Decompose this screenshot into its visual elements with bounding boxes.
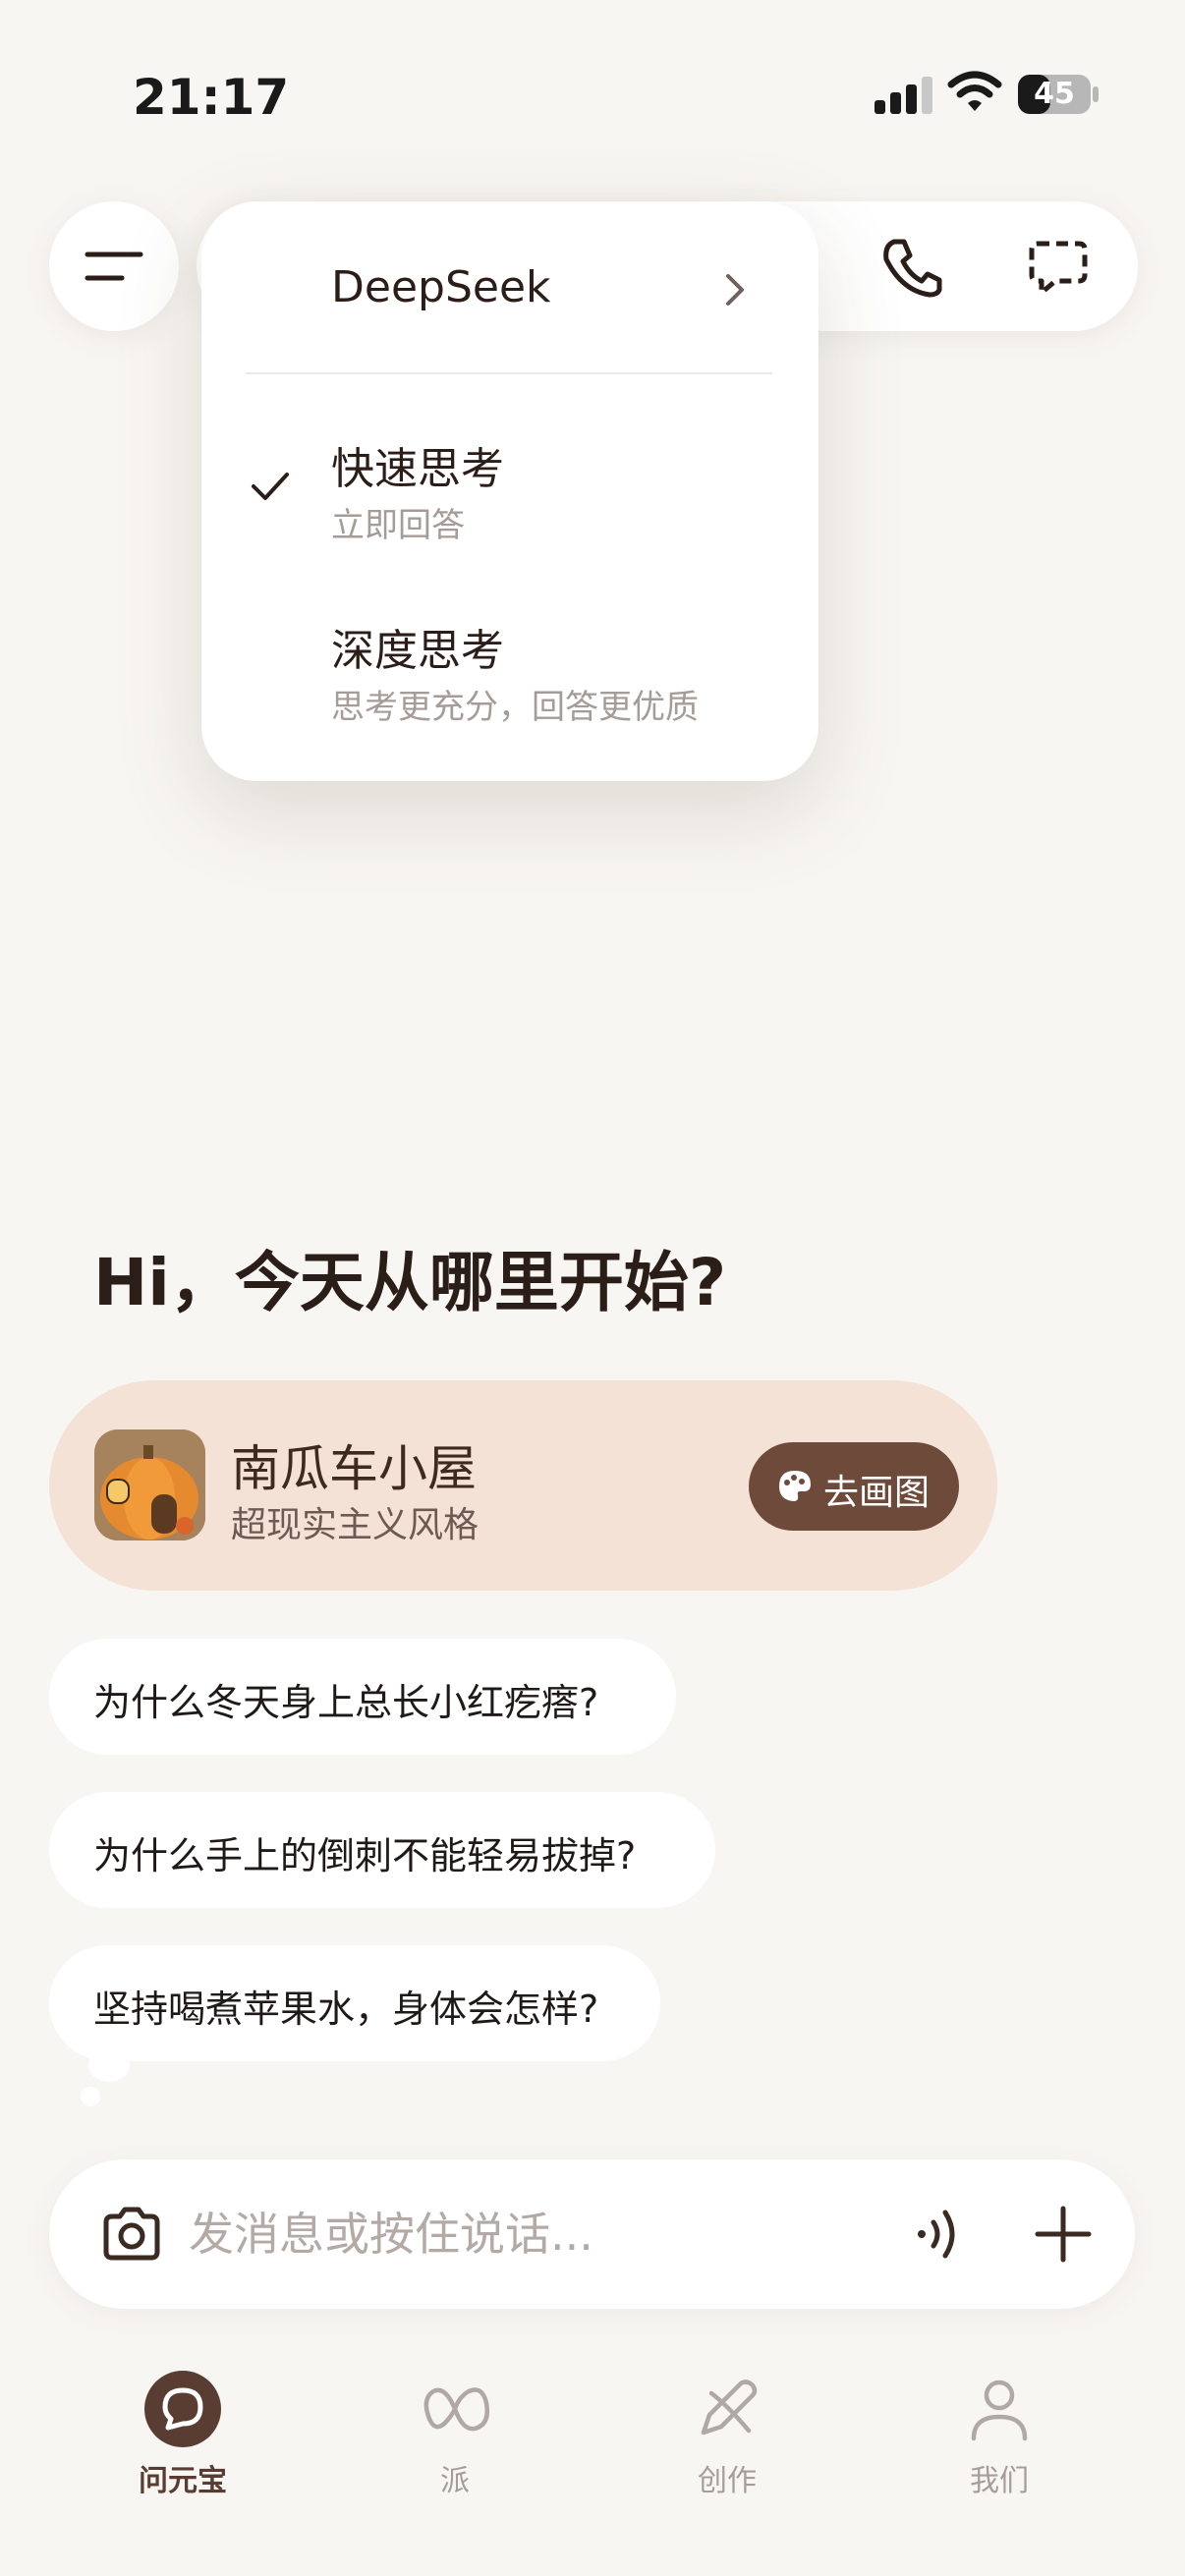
status-time: 21:17 bbox=[133, 69, 290, 126]
plus-icon[interactable] bbox=[1028, 2199, 1099, 2269]
wifi-icon bbox=[947, 71, 1002, 111]
chat-bubble-icon bbox=[144, 2371, 221, 2447]
dropdown-divider bbox=[246, 372, 772, 374]
voice-wave-icon[interactable] bbox=[904, 2199, 975, 2269]
hamburger-icon bbox=[85, 252, 143, 281]
promo-title: 南瓜车小屋 bbox=[231, 1440, 477, 1497]
option-title: 快速思考 bbox=[331, 444, 504, 494]
suggestion-text: 为什么冬天身上总长小红疙瘩? bbox=[93, 1681, 599, 1724]
nav-label: 问元宝 bbox=[139, 2464, 227, 2498]
model-option-deepseek[interactable]: DeepSeek bbox=[201, 231, 818, 349]
nav-item-pai[interactable]: 派 bbox=[357, 2358, 553, 2498]
message-input-bar bbox=[49, 2159, 1135, 2309]
nav-item-create[interactable]: 创作 bbox=[629, 2358, 825, 2498]
go-draw-button[interactable]: 去画图 bbox=[749, 1442, 959, 1531]
option-deep-thinking[interactable]: 深度思考 思考更充分，回答更优质 bbox=[201, 589, 818, 737]
chevron-right-icon bbox=[726, 274, 744, 306]
suggestion-text: 坚持喝煮苹果水，身体会怎样? bbox=[93, 1988, 599, 2031]
nav-label: 创作 bbox=[698, 2464, 757, 2498]
person-icon bbox=[971, 2380, 1028, 2441]
battery-cap bbox=[1093, 86, 1099, 102]
pen-sparkle-icon bbox=[701, 2380, 758, 2436]
thought-dot bbox=[88, 2048, 130, 2082]
cellular-signal-icon bbox=[875, 75, 933, 114]
phone-icon[interactable] bbox=[867, 222, 955, 310]
go-draw-label: 去画图 bbox=[823, 1473, 931, 1513]
bottom-nav: 问元宝 派 创作 我们 bbox=[0, 2358, 1185, 2576]
greeting-heading: Hi，今天从哪里开始? bbox=[93, 1245, 727, 1320]
infinity-icon bbox=[423, 2387, 489, 2432]
nav-item-us[interactable]: 我们 bbox=[901, 2358, 1098, 2498]
model-dropdown: DeepSeek 快速思考 立即回答 深度思考 思考更充分，回答更优质 bbox=[201, 201, 818, 781]
thought-dot bbox=[81, 2087, 100, 2106]
option-fast-thinking[interactable]: 快速思考 立即回答 bbox=[201, 408, 818, 555]
status-bar: 21:17 45 bbox=[0, 0, 1185, 187]
pumpkin-house-thumbnail bbox=[94, 1429, 205, 1540]
promo-card[interactable]: 南瓜车小屋 超现实主义风格 去画图 bbox=[49, 1380, 997, 1591]
sidebar-menu-button[interactable] bbox=[49, 201, 179, 331]
option-title: 深度思考 bbox=[331, 626, 504, 676]
checkmark-icon bbox=[252, 473, 289, 500]
suggestion-chip[interactable]: 为什么手上的倒刺不能轻易拔掉? bbox=[49, 1792, 715, 1908]
model-name: DeepSeek bbox=[331, 262, 551, 312]
battery-icon: 45 bbox=[1018, 75, 1091, 114]
nav-label: 派 bbox=[440, 2464, 470, 2498]
nav-item-chat[interactable]: 问元宝 bbox=[85, 2358, 281, 2498]
option-subtitle: 思考更充分，回答更优质 bbox=[331, 688, 699, 727]
promo-subtitle: 超现实主义风格 bbox=[231, 1505, 480, 1545]
option-subtitle: 立即回答 bbox=[331, 506, 465, 545]
suggestion-chip[interactable]: 为什么冬天身上总长小红疙瘩? bbox=[49, 1639, 676, 1755]
battery-level: 45 bbox=[1034, 77, 1075, 111]
camera-icon[interactable] bbox=[96, 2199, 167, 2269]
nav-label: 我们 bbox=[970, 2464, 1029, 2498]
message-input[interactable] bbox=[189, 2199, 857, 2269]
suggestion-text: 为什么手上的倒刺不能轻易拔掉? bbox=[93, 1834, 637, 1877]
palette-icon bbox=[779, 1471, 811, 1501]
suggestion-chip[interactable]: 坚持喝煮苹果水，身体会怎样? bbox=[49, 1945, 660, 2061]
new-chat-icon[interactable] bbox=[1014, 222, 1102, 310]
